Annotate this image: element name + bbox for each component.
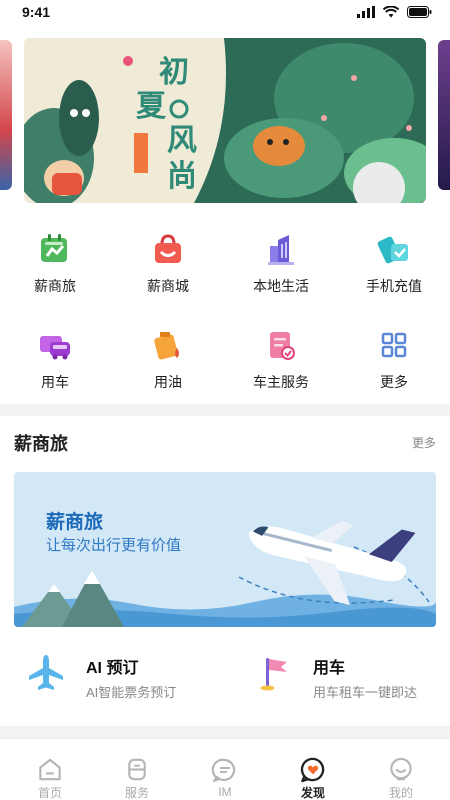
airplane-icon [29, 655, 63, 690]
discover-page: 9:41 初 夏 风 尚 薪商旅 薪商城 本地生活 手机充值 用车 用油 车主服… [0, 0, 450, 800]
grid-item-local-life[interactable]: 本地生活 [231, 228, 331, 308]
status-bar: 9:41 [0, 0, 450, 24]
grid-item-travel[interactable]: 薪商旅 [5, 228, 105, 308]
grid-label: 薪商旅 [34, 278, 76, 294]
tab-mine[interactable]: 我的 [356, 739, 446, 800]
tab-label: 我的 [388, 786, 413, 800]
card-title: 薪商旅 [46, 512, 104, 533]
tab-discover[interactable]: 发现 [268, 739, 358, 800]
tab-label: IM [218, 785, 232, 799]
grid-item-fuel[interactable]: 用油 [118, 324, 218, 404]
grid-label: 更多 [380, 374, 408, 390]
shopping-bag-icon [155, 234, 181, 263]
profile-icon [390, 757, 412, 781]
banner-carousel[interactable]: 初 夏 风 尚 [0, 24, 450, 212]
grid-item-mall[interactable]: 薪商城 [118, 228, 218, 308]
car-icon [40, 336, 70, 360]
banner-char-4: 尚 [167, 160, 197, 193]
travel-section: 薪商旅 更多 薪商旅 让每次出行更有价值 AI 预订 AI智能票务预订 用车 用… [0, 416, 450, 726]
banner-next-peek[interactable] [438, 40, 450, 190]
tab-label: 服务 [124, 786, 149, 800]
section-title: 薪商旅 [14, 434, 68, 454]
service-icon [128, 758, 146, 781]
signal-icon [357, 6, 375, 18]
phone-recharge-icon [377, 236, 408, 264]
tab-service[interactable]: 服务 [92, 739, 182, 800]
service-title: 用车 [313, 660, 346, 677]
grid-item-car-owner-service[interactable]: 车主服务 [231, 324, 331, 404]
banner-char-3: 风 [167, 124, 197, 157]
grid-label: 薪商城 [147, 278, 189, 294]
more-grid-icon [381, 332, 407, 358]
service-desc: AI智能票务预订 [86, 685, 177, 700]
grid-label: 用车 [41, 374, 69, 390]
tab-home[interactable]: 首页 [5, 739, 95, 800]
service-title: AI 预订 [86, 660, 139, 677]
tab-im[interactable]: IM [180, 739, 270, 800]
status-icons [357, 6, 432, 18]
grid-item-car[interactable]: 用车 [5, 324, 105, 404]
tab-label: 首页 [37, 786, 62, 800]
discover-icon [300, 757, 325, 783]
grid-label: 用油 [154, 374, 182, 390]
battery-icon [407, 6, 432, 18]
banner-prev-peek[interactable] [0, 40, 12, 190]
bottom-tab-bar: 首页 服务 IM 发现 我的 [0, 738, 450, 800]
flag-icon [260, 658, 287, 691]
banner-illustration: 初 夏 风 尚 [24, 38, 426, 203]
tab-label: 发现 [300, 786, 325, 800]
banner-char-1: 初 [159, 56, 189, 89]
service-desc: 用车租车一键即达 [313, 685, 418, 700]
grid-item-phone-recharge[interactable]: 手机充值 [344, 228, 444, 308]
travel-icon [41, 234, 67, 262]
card-subtitle: 让每次出行更有价值 [46, 537, 182, 554]
grid-item-more[interactable]: 更多 [344, 324, 444, 404]
grid-label: 车主服务 [253, 374, 309, 390]
banner-early-summer[interactable]: 初 夏 风 尚 [24, 38, 426, 203]
function-grid: 薪商旅 薪商城 本地生活 手机充值 用车 用油 车主服务 更多 [0, 212, 450, 404]
car-owner-service-icon [270, 332, 295, 360]
fuel-icon [154, 332, 179, 360]
section-more-link[interactable]: 更多 [412, 434, 436, 451]
building-icon [268, 235, 294, 265]
service-ai-booking[interactable]: AI 预订 AI智能票务预订 [26, 646, 226, 706]
status-time: 9:41 [22, 4, 51, 20]
service-car-rental[interactable]: 用车 用车租车一键即达 [253, 646, 443, 706]
banner-char-2: 夏 [136, 90, 167, 123]
travel-promo-card[interactable]: 薪商旅 让每次出行更有价值 [14, 472, 436, 627]
chat-icon [211, 758, 236, 783]
wifi-icon [383, 6, 399, 18]
home-icon [39, 758, 61, 781]
grid-label: 本地生活 [253, 278, 309, 294]
grid-label: 手机充值 [366, 278, 422, 294]
